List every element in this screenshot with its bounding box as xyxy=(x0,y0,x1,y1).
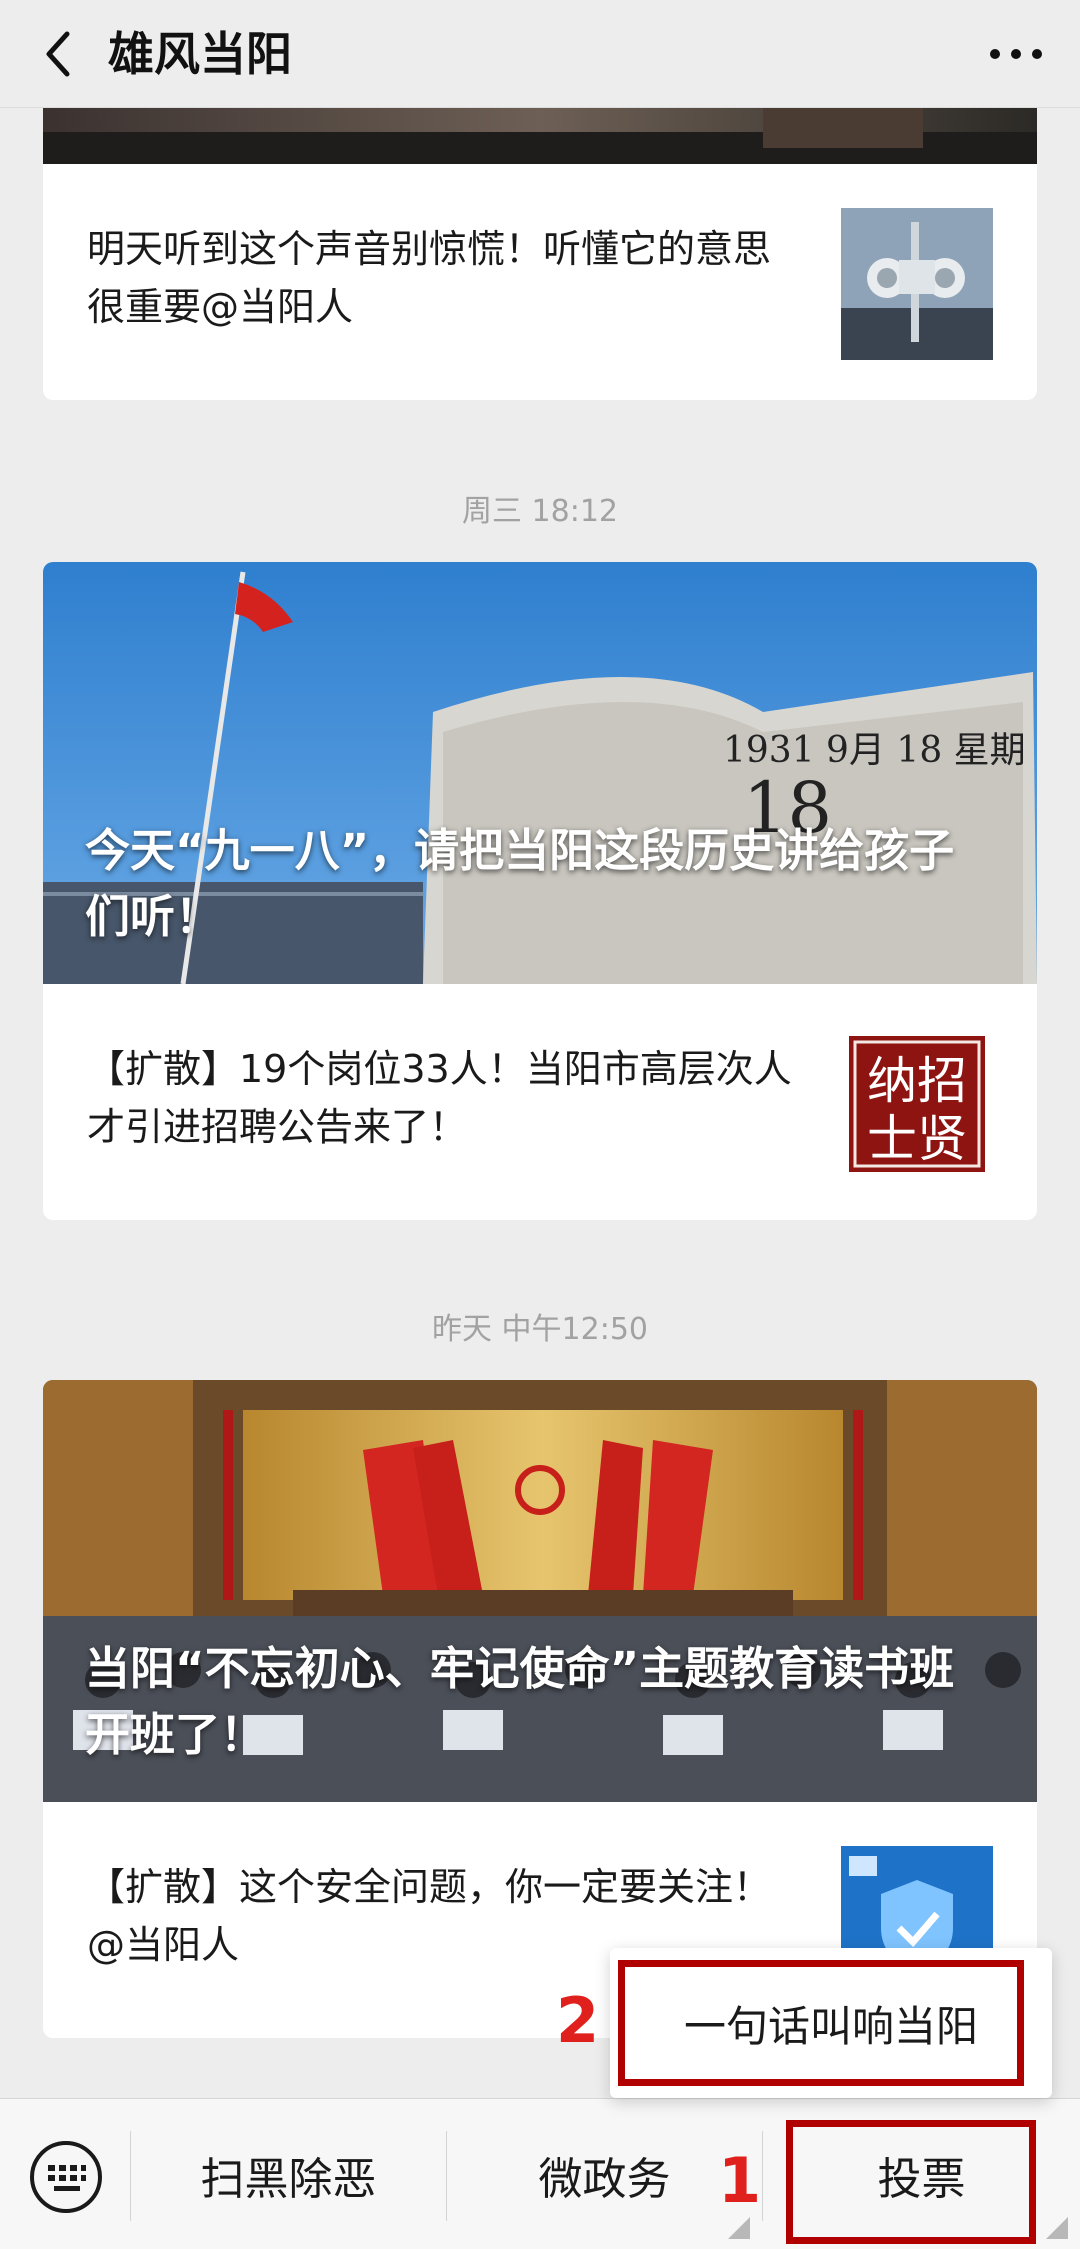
article-card: 明天听到这个声音别惊慌！听懂它的意思很重要@当阳人 xyxy=(43,108,1037,400)
keyboard-toggle-button[interactable] xyxy=(28,2139,104,2215)
hero-title: 今天“九一八”，请把当阳这段历史讲给孩子们听！ xyxy=(85,824,955,943)
back-arrow-icon xyxy=(46,31,70,77)
annotation-box-2 xyxy=(618,1960,1024,2086)
hero-image-cropped[interactable] xyxy=(43,108,1037,164)
article-row[interactable]: 【扩散】19个岗位33人！当阳市高层次人才引进招聘公告来了！ 纳招 士贤 xyxy=(43,984,1037,1220)
svg-text:士贤: 士贤 xyxy=(867,1110,967,1168)
submenu-indicator-icon xyxy=(728,2217,750,2239)
more-dots-icon xyxy=(990,49,1042,59)
menu-button-weizhengwu[interactable]: 微政务 xyxy=(447,2099,762,2249)
svg-text:纳招: 纳招 xyxy=(867,1052,967,1110)
hero-photo xyxy=(43,108,1037,164)
keyboard-icon xyxy=(30,2141,102,2213)
article-feed: 明天听到这个声音别惊慌！听懂它的意思很重要@当阳人 周三 18:12 1931 … xyxy=(0,108,1080,2098)
article-card: 1931 9月 18 星期 18 今天“九一八”，请把当阳这段历史讲给孩子们听！… xyxy=(43,562,1037,1220)
monument-inscription: 1931 9月 18 星期 xyxy=(723,730,1026,771)
menu-button-saohei[interactable]: 扫黑除恶 xyxy=(131,2099,446,2249)
annotation-box-1 xyxy=(786,2120,1036,2244)
more-button[interactable] xyxy=(980,28,1052,80)
hero-title: 当阳“不忘初心、牢记使命”主题教育读书班开班了！ xyxy=(85,1642,955,1761)
annotation-number-2: 2 xyxy=(556,1984,600,2057)
submenu-indicator-icon xyxy=(1046,2217,1068,2239)
timestamp: 周三 18:12 xyxy=(462,494,618,529)
title-bar: 雄风当阳 xyxy=(0,0,1080,108)
article-thumbnail: 纳招 士贤 xyxy=(841,1028,993,1180)
page-title: 雄风当阳 xyxy=(108,27,292,81)
article-thumbnail xyxy=(841,208,993,360)
annotation-number-1: 1 xyxy=(718,2144,762,2217)
article-title: 明天听到这个声音别惊慌！听懂它的意思很重要@当阳人 xyxy=(87,227,772,329)
back-button[interactable] xyxy=(30,26,86,82)
hero-image[interactable]: 当阳“不忘初心、牢记使命”主题教育读书班开班了！ xyxy=(43,1380,1037,1802)
article-card: 当阳“不忘初心、牢记使命”主题教育读书班开班了！ 【扩散】这个安全问题，你一定要… xyxy=(43,1380,1037,2038)
article-row[interactable]: 明天听到这个声音别惊慌！听懂它的意思很重要@当阳人 xyxy=(43,164,1037,400)
hero-image[interactable]: 1931 9月 18 星期 18 今天“九一八”，请把当阳这段历史讲给孩子们听！ xyxy=(43,562,1037,984)
article-title: 【扩散】19个岗位33人！当阳市高层次人才引进招聘公告来了！ xyxy=(87,1047,792,1149)
timestamp: 昨天 中午12:50 xyxy=(432,1312,648,1347)
